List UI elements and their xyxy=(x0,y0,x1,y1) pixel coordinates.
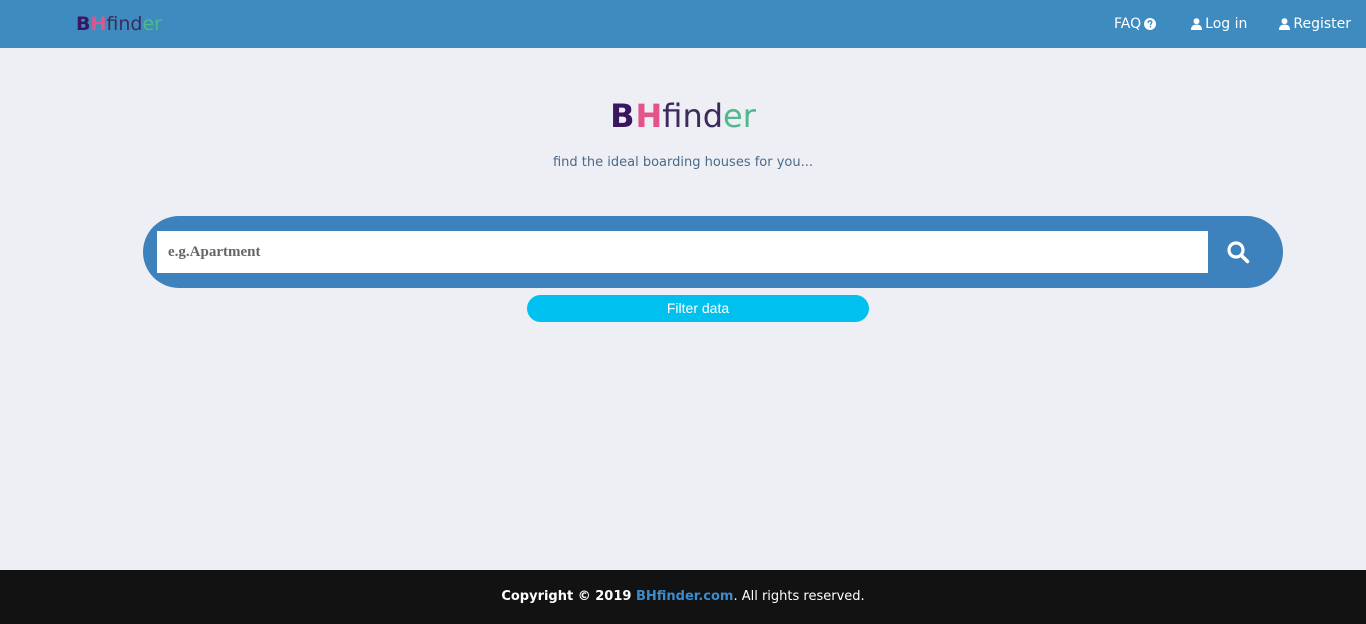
register-link[interactable]: Register xyxy=(1276,15,1351,33)
search-input[interactable] xyxy=(157,231,1208,273)
brand-text-er: er xyxy=(142,13,162,35)
footer: Copyright © 2019 BHfinder.com. All right… xyxy=(0,570,1366,624)
user-icon xyxy=(1191,18,1203,30)
hero-letter-b: B xyxy=(610,97,635,135)
login-link[interactable]: Log in xyxy=(1188,15,1247,33)
search-button[interactable] xyxy=(1208,231,1268,273)
hero-title: BHfinder xyxy=(0,96,1366,136)
nav-links: FAQ Log in Register xyxy=(1085,15,1351,33)
hero-text-find: find xyxy=(662,97,724,135)
brand-logo-link[interactable]: BHfinder xyxy=(76,12,162,36)
search-icon xyxy=(1227,241,1250,264)
navbar: BHfinder FAQ Log in Register xyxy=(0,0,1366,48)
hero-text-er: er xyxy=(723,97,756,135)
brand-letter-h: H xyxy=(90,13,107,35)
register-label: Register xyxy=(1293,16,1351,32)
footer-rights: . All rights reserved. xyxy=(733,589,865,604)
user-icon xyxy=(1279,18,1291,30)
filter-data-button[interactable]: Filter data xyxy=(527,295,869,322)
brand-text-find: find xyxy=(106,13,143,35)
footer-copyright: Copyright © 2019 xyxy=(501,589,636,604)
footer-site-link[interactable]: BHfinder.com xyxy=(636,589,733,604)
question-circle-icon xyxy=(1144,18,1157,30)
tagline: find the ideal boarding houses for you..… xyxy=(552,155,814,170)
hero-letter-h: H xyxy=(635,97,663,135)
brand-letter-b: B xyxy=(76,13,91,35)
faq-label: FAQ xyxy=(1114,16,1142,32)
login-label: Log in xyxy=(1205,16,1248,32)
search-bar xyxy=(143,216,1283,288)
faq-link[interactable]: FAQ xyxy=(1114,15,1159,33)
